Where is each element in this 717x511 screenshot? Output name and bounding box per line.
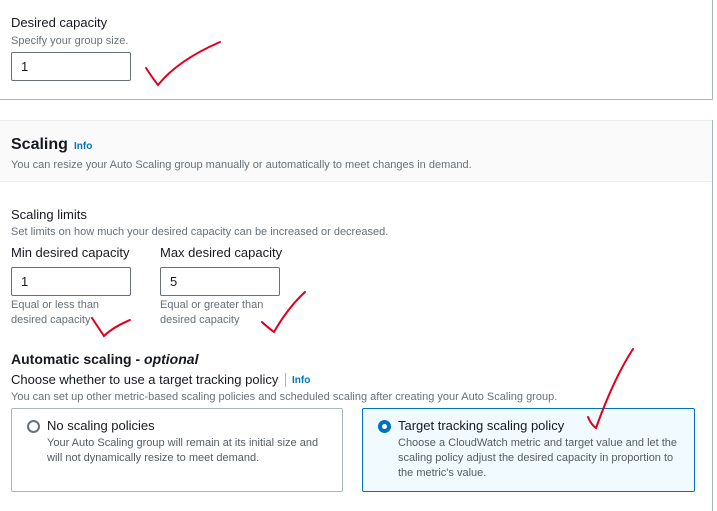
no-scaling-description: Your Auto Scaling group will remain at i… — [47, 437, 319, 464]
min-capacity-label: Min desired capacity — [11, 245, 130, 260]
scaling-header: Scaling Info You can resize your Auto Sc… — [0, 120, 712, 182]
desired-capacity-card: Desired capacity Specify your group size… — [0, 0, 713, 100]
target-tracking-radio[interactable] — [378, 420, 391, 433]
no-scaling-radio[interactable] — [27, 420, 40, 433]
scaling-limits-label: Scaling limits — [11, 207, 87, 222]
automatic-scaling-info-link[interactable]: Info — [292, 375, 310, 386]
max-capacity-input[interactable]: 5 — [160, 267, 280, 296]
min-capacity-input[interactable]: 1 — [11, 267, 131, 296]
scaling-title: Scaling — [11, 136, 68, 153]
no-scaling-title: No scaling policies — [47, 418, 155, 433]
target-tracking-description: Choose a CloudWatch metric and target va… — [398, 437, 678, 479]
scaling-description: You can resize your Auto Scaling group m… — [11, 159, 472, 171]
automatic-scaling-title: Automatic scaling - optional — [11, 351, 199, 367]
desired-capacity-label: Desired capacity — [11, 15, 108, 30]
scaling-limits-description: Set limits on how much your desired capa… — [11, 226, 389, 238]
scaling-card: Scaling Info You can resize your Auto Sc… — [0, 120, 713, 511]
desired-capacity-description: Specify your group size. — [11, 35, 129, 47]
scaling-info-link[interactable]: Info — [74, 141, 92, 152]
info-divider — [285, 373, 286, 387]
automatic-scaling-description: You can set up other metric-based scalin… — [11, 391, 558, 403]
desired-capacity-input[interactable]: 1 — [11, 52, 131, 81]
max-capacity-hint: Equal or greater than desired capacity — [160, 299, 264, 326]
max-capacity-label: Max desired capacity — [160, 245, 283, 260]
target-tracking-choice-label: Choose whether to use a target tracking … — [11, 372, 279, 387]
optional-tag: optional — [144, 351, 199, 367]
target-tracking-option[interactable]: Target tracking scaling policy Choose a … — [362, 408, 695, 492]
no-scaling-policies-option[interactable]: No scaling policies Your Auto Scaling gr… — [11, 408, 343, 492]
target-tracking-title: Target tracking scaling policy — [398, 418, 565, 433]
min-capacity-hint: Equal or less than desired capacity — [11, 299, 100, 326]
